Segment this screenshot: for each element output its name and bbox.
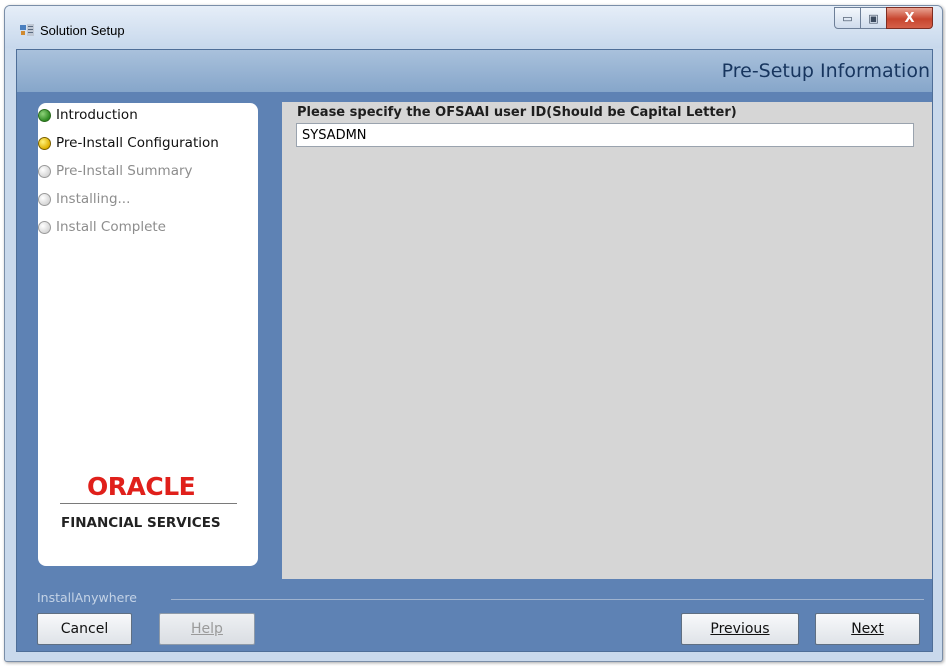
content-panel: Please specify the OFSAAI user ID(Should…: [282, 102, 932, 579]
minimize-icon: ▭: [842, 11, 853, 25]
step-installing: Installing...: [38, 189, 130, 209]
user-id-label: Please specify the OFSAAI user ID(Should…: [297, 105, 737, 120]
header-band: Pre-Setup Information: [17, 50, 932, 92]
cancel-button-label: Cancel: [60, 621, 109, 637]
close-button[interactable]: X: [886, 7, 933, 29]
cancel-button[interactable]: Cancel: [37, 613, 132, 645]
next-button-label: Next: [851, 621, 884, 637]
previous-button-label: Previous: [710, 621, 770, 637]
page-title: Pre-Setup Information: [721, 60, 930, 82]
installanywhere-label: InstallAnywhere: [37, 590, 137, 605]
installer-client-area: Pre-Setup Information Introduction Pre-I…: [16, 49, 933, 652]
oracle-wordmark: ORACLE: [87, 472, 196, 501]
help-button[interactable]: Help: [159, 613, 255, 645]
title-bar[interactable]: Solution Setup ▭ ▣ X: [5, 6, 942, 48]
step-install-complete: Install Complete: [38, 217, 166, 237]
step-label: Installing...: [56, 191, 131, 207]
step-pending-icon: [38, 164, 51, 178]
footer-divider: [171, 599, 924, 600]
step-label: Introduction: [56, 107, 138, 123]
oracle-financial-services-text: FINANCIAL SERVICES: [61, 515, 221, 531]
step-pending-icon: [38, 192, 51, 206]
minimize-button[interactable]: ▭: [834, 7, 861, 29]
step-label: Pre-Install Configuration: [56, 135, 219, 151]
window-title: Solution Setup: [40, 23, 125, 38]
steps-panel: Introduction Pre-Install Configuration P…: [38, 103, 258, 566]
close-icon: X: [904, 10, 915, 26]
step-pre-install-summary: Pre-Install Summary: [38, 161, 193, 181]
previous-button[interactable]: Previous: [681, 613, 799, 645]
logo-divider: [60, 503, 237, 504]
step-done-icon: [38, 108, 51, 122]
step-label: Pre-Install Summary: [56, 163, 193, 179]
step-current-arrow-icon: [38, 136, 51, 150]
step-label: Install Complete: [56, 219, 166, 235]
user-id-input[interactable]: [296, 123, 914, 147]
maximize-icon: ▣: [868, 11, 879, 25]
next-button[interactable]: Next: [815, 613, 920, 645]
installer-window: Solution Setup ▭ ▣ X Pre-Setup Informati…: [4, 5, 943, 662]
installer-app-icon: [20, 24, 34, 36]
step-pending-icon: [38, 220, 51, 234]
maximize-button[interactable]: ▣: [860, 7, 887, 29]
help-button-label: Help: [191, 621, 223, 637]
step-pre-install-configuration: Pre-Install Configuration: [38, 133, 219, 153]
step-introduction: Introduction: [38, 105, 138, 125]
